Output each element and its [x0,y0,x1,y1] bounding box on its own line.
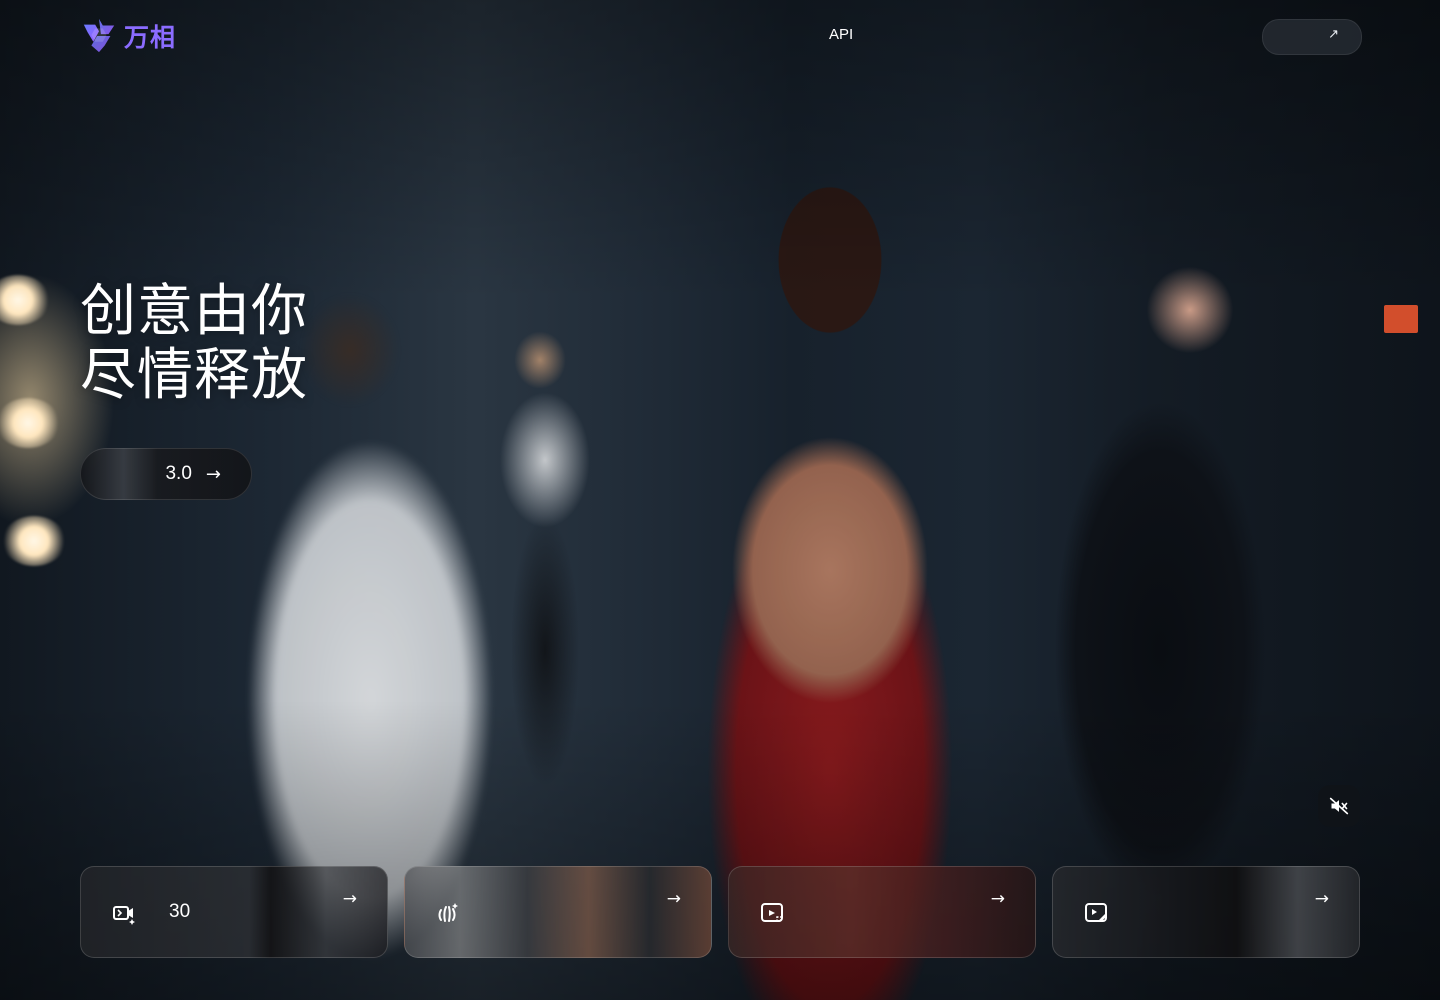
feature-card-label: 30 [169,901,191,922]
brand-logo[interactable]: 万相 [80,16,176,56]
feature-card-edit[interactable]: → [1052,866,1360,958]
feature-card-image[interactable]: → [404,866,712,958]
top-nav: 万相 API ↗ [0,0,1440,72]
feature-card-frame[interactable]: → [728,866,1036,958]
arrow-right-icon: → [666,889,681,909]
arrow-right-icon: → [342,889,357,909]
video-frame-icon [761,903,783,922]
background-shade [0,0,1440,1000]
arrow-up-right-icon: ↗ [1328,27,1339,42]
hero-stage: 万相 API ↗ 创意由你 尽情释放 3.0 → 30 → → → → [0,0,1440,1000]
arrow-right-icon: → [1314,889,1329,909]
feature-cards: 30 → → → → [80,866,1360,960]
muted-speaker-icon [1329,797,1349,815]
arrow-right-icon: → [205,463,221,485]
arrow-right-icon: → [990,889,1005,909]
hero-title-line: 尽情释放 [80,343,308,408]
nav-link-api[interactable]: API [829,26,853,43]
hero-title-line: 创意由你 [80,279,308,344]
header-cta-button[interactable]: ↗ [1262,19,1362,55]
hero-title: 创意由你 尽情释放 [80,280,380,408]
video-edit-icon [1085,903,1107,922]
brand-logo-icon [83,18,115,53]
hero-version-label: 3.0 [165,463,192,484]
hero-version-button[interactable]: 3.0 → [80,448,252,500]
video-sparkle-icon [113,906,135,925]
brand-name: 万相 [124,23,177,52]
hand-sparkle-icon [438,903,458,922]
feature-card-video[interactable]: 30 → [80,866,388,958]
mute-toggle-button[interactable] [1318,785,1360,827]
